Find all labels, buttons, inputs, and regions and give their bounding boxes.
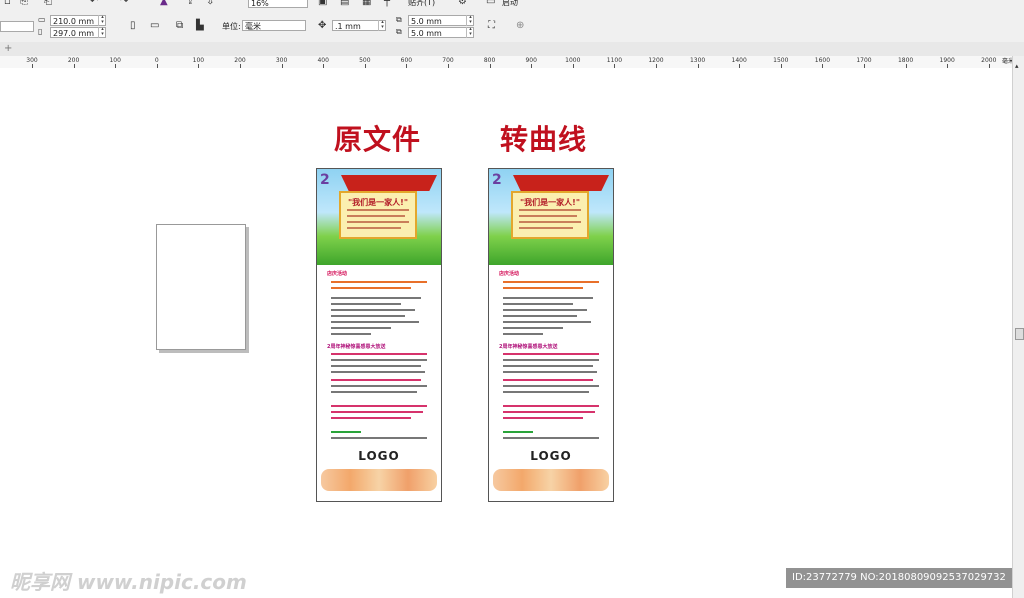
- ruler-tick-label: 1500: [773, 57, 789, 64]
- units-label: 单位:: [222, 22, 241, 31]
- ruler-tick-label: 1300: [689, 57, 706, 64]
- redo-icon[interactable]: ↷: [120, 0, 128, 8]
- launch-icon[interactable]: ▭: [486, 0, 495, 8]
- flyer-headline-board: "我们是一家人!": [339, 191, 417, 239]
- guidelines-icon[interactable]: ┼: [384, 0, 390, 8]
- ruler-tick-label: 400: [317, 57, 329, 64]
- title-converted-curves: 转曲线: [500, 123, 588, 156]
- import-icon[interactable]: ▲: [160, 0, 168, 8]
- launch-menu[interactable]: 启动: [502, 0, 518, 8]
- brand-logo-icon: 2: [492, 172, 502, 188]
- document-tab-bar: +: [0, 42, 1024, 57]
- page-border: [156, 224, 246, 350]
- ruler-tick-label: 300: [26, 57, 38, 64]
- ruler-tick-label: 900: [525, 57, 537, 64]
- snap-to-menu[interactable]: 贴齐(T): [408, 0, 435, 8]
- page-height-spinner[interactable]: ▴ ▾: [98, 27, 106, 38]
- ruler-tick-label: 600: [400, 57, 413, 64]
- ruler-tick-label: 1800: [897, 57, 914, 64]
- ruler-tick-label: 300: [275, 57, 288, 64]
- title-original-file: 原文件: [334, 123, 422, 156]
- zoom-level-select[interactable]: 16%: [248, 0, 308, 8]
- scroll-thumb[interactable]: [1015, 328, 1024, 340]
- ruler-tick-label: 1400: [731, 57, 747, 64]
- landscape-icon[interactable]: ▭: [150, 20, 159, 32]
- flyer-section2: 2周年神秘惊喜感恩大放送: [499, 344, 558, 350]
- flyer-original[interactable]: 2 "我们是一家人!" 店庆活动 2周年神秘惊喜感恩大放送 LOGO: [316, 168, 442, 502]
- units-select[interactable]: 毫米: [242, 20, 306, 31]
- flyer-logo-text: LOGO: [358, 449, 400, 463]
- nudge-spinner[interactable]: ▴ ▾: [378, 20, 386, 31]
- width-icon: ▭: [38, 15, 46, 24]
- property-bar: ▭ 210.0 mm ▴ ▾ ▯ 297.0 mm ▴ ▾ ▯ ▭ ⧉ ▙ 单位: …: [0, 12, 1024, 43]
- undo-icon[interactable]: ↶: [90, 0, 98, 8]
- flyer-curves[interactable]: 2 "我们是一家人!" 店庆活动 2周年神秘惊喜感恩大放送 LOGO: [488, 168, 614, 502]
- brand-logo-icon: 2: [320, 172, 330, 188]
- ruler-tick-label: 200: [67, 57, 80, 64]
- duplicate-distance-y-field[interactable]: 5.0 mm: [408, 27, 474, 38]
- flyer-headline: "我们是一家人!": [520, 198, 580, 207]
- new-icon[interactable]: ▫: [4, 0, 11, 8]
- ruler-tick-label: 100: [109, 57, 121, 64]
- publish-icon[interactable]: ⇩: [206, 0, 214, 8]
- watermark-logo: 昵享网 www.nipic.com: [10, 570, 247, 594]
- ruler-tick-label: 1100: [606, 57, 623, 64]
- flyer-kids-illustration: [321, 469, 437, 491]
- ruler-tick-label: 700: [442, 57, 454, 64]
- flyer-section1: 店庆活动: [327, 271, 348, 277]
- ruler-tick-label: 1200: [648, 57, 664, 64]
- current-page-icon[interactable]: ▙: [196, 20, 204, 32]
- export-icon[interactable]: ⇪: [186, 0, 194, 8]
- page-width-spinner[interactable]: ▴ ▾: [98, 15, 106, 26]
- fullscreen-icon[interactable]: ▣: [318, 0, 327, 8]
- nudge-icon: ✥: [318, 20, 327, 31]
- rulers-icon[interactable]: ▤: [340, 0, 349, 8]
- options-gear-icon[interactable]: ⚙: [458, 0, 467, 8]
- copy-icon[interactable]: ⎘: [20, 0, 28, 8]
- ruler-tick-label: 100: [192, 57, 205, 64]
- flyer-kids-illustration: [493, 469, 609, 491]
- flyer-hero-illustration: 2 "我们是一家人!": [489, 169, 613, 265]
- ruler-tick-label: 200: [234, 57, 246, 64]
- ruler-tick-label: 800: [483, 57, 496, 64]
- ruler-tick-label: 1600: [814, 57, 831, 64]
- add-page-plus-icon[interactable]: ⊕: [516, 20, 524, 32]
- ruler-tick-label: 1900: [939, 57, 955, 64]
- all-pages-icon[interactable]: ⧉: [176, 20, 183, 32]
- vertical-scrollbar[interactable]: ▴: [1012, 56, 1024, 598]
- duplicate-distance-x-field[interactable]: 5.0 mm: [408, 15, 474, 26]
- flyer-section2: 2周年神秘惊喜感恩大放送: [327, 344, 386, 350]
- duplicate-y-icon: ⧉: [396, 27, 402, 36]
- portrait-icon[interactable]: ▯: [130, 20, 136, 32]
- ruler-tick-label: 2000: [981, 57, 997, 64]
- flyer-hero-illustration: 2 "我们是一家人!": [317, 169, 441, 265]
- ruler-tick-label: 0: [154, 57, 159, 64]
- new-tab-plus-icon[interactable]: +: [4, 43, 12, 55]
- page-size-select[interactable]: [0, 21, 34, 32]
- image-id-badge: ID:23772779 NO:20180809092537029732: [786, 568, 1012, 588]
- treat-as-filled-icon[interactable]: ⛶: [488, 20, 495, 32]
- ruler-tick-label: 1000: [565, 57, 581, 64]
- ruler-tick-label: 500: [359, 57, 371, 64]
- ruler-tick-label: 1700: [856, 57, 872, 64]
- roof-shape: [341, 175, 437, 191]
- roof-shape: [513, 175, 609, 191]
- flyer-headline: "我们是一家人!": [348, 198, 408, 207]
- duplicate-x-icon: ⧉: [396, 15, 402, 24]
- scroll-up-arrow-icon[interactable]: ▴: [1015, 60, 1019, 72]
- duplicate-y-spinner[interactable]: ▴ ▾: [466, 27, 474, 38]
- flyer-section1: 店庆活动: [499, 271, 520, 277]
- grid-icon[interactable]: ▦: [362, 0, 371, 8]
- flyer-logo-text: LOGO: [530, 449, 572, 463]
- duplicate-x-spinner[interactable]: ▴ ▾: [466, 15, 474, 26]
- flyer-headline-board: "我们是一家人!": [511, 191, 589, 239]
- height-icon: ▯: [38, 27, 43, 36]
- paste-icon[interactable]: ⎗: [44, 0, 52, 8]
